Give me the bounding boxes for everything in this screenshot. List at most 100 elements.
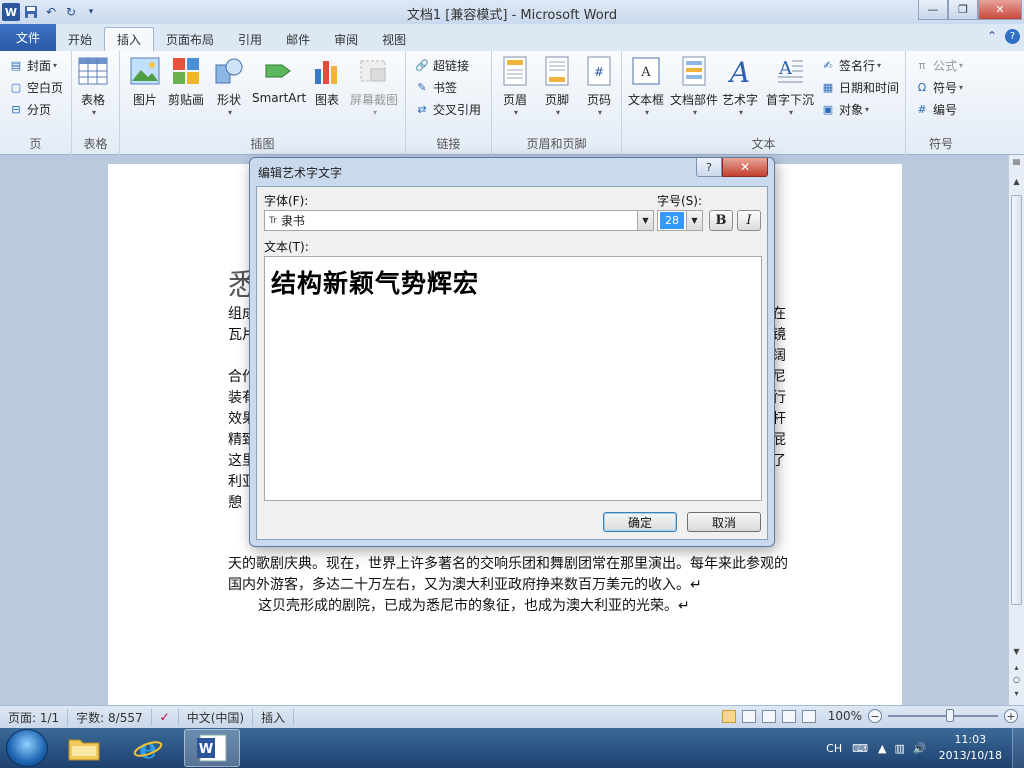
- undo-icon[interactable]: ↶: [42, 3, 60, 21]
- word-count[interactable]: 字数: 8/557: [68, 708, 152, 726]
- print-layout-view-icon[interactable]: [721, 709, 736, 723]
- date-time-button[interactable]: ▦ 日期和时间: [820, 77, 899, 97]
- scroll-thumb[interactable]: [1011, 195, 1022, 605]
- keyboard-icon[interactable]: ⌨: [852, 742, 868, 755]
- word-logo-icon[interactable]: W: [2, 3, 20, 21]
- ruler-toggle-icon[interactable]: ▤: [1009, 157, 1024, 166]
- font-dropdown[interactable]: Tr 隶书 ▼: [264, 210, 654, 231]
- page-count[interactable]: 页面: 1/1: [0, 708, 69, 726]
- table-button[interactable]: 表格 ▾: [78, 55, 108, 117]
- tab-references[interactable]: 引用: [226, 27, 274, 51]
- font-dropdown-arrow-icon[interactable]: ▼: [637, 211, 653, 230]
- clipart-button[interactable]: 剪贴画: [168, 55, 204, 108]
- group-label-text: 文本: [751, 137, 776, 151]
- show-desktop-button[interactable]: [1012, 728, 1024, 768]
- signature-line-button[interactable]: ✍ 签名行 ▾: [820, 55, 881, 75]
- draft-view-icon[interactable]: [801, 709, 816, 723]
- internet-explorer-icon: e: [133, 732, 163, 764]
- close-button[interactable]: ✕: [978, 0, 1022, 20]
- tab-home[interactable]: 开始: [56, 27, 104, 51]
- object-button[interactable]: ▣ 对象 ▾: [820, 99, 869, 119]
- minimize-button[interactable]: —: [918, 0, 948, 20]
- word-taskbar-button[interactable]: W: [184, 729, 240, 767]
- tab-review[interactable]: 审阅: [322, 27, 370, 51]
- bookmark-button[interactable]: ✎ 书签: [414, 77, 457, 97]
- hyperlink-button[interactable]: 🔗 超链接: [414, 55, 469, 75]
- page-number-icon: #: [584, 55, 614, 87]
- symbol-button[interactable]: Ω 符号 ▾: [914, 77, 963, 97]
- bookmark-icon: ✎: [417, 80, 427, 94]
- full-screen-reading-view-icon[interactable]: [741, 709, 756, 723]
- tab-file[interactable]: 文件: [0, 24, 56, 51]
- browse-object-icon[interactable]: ○: [1009, 675, 1024, 684]
- number-button[interactable]: # 编号: [914, 99, 957, 119]
- vertical-scrollbar[interactable]: ▤ ▲ ▼ ▴ ○ ▾: [1008, 155, 1024, 705]
- explorer-taskbar-button[interactable]: [56, 729, 112, 767]
- footer-button[interactable]: 页脚 ▾: [542, 55, 572, 117]
- tab-page-layout[interactable]: 页面布局: [154, 27, 226, 51]
- prev-page-icon[interactable]: ▴: [1009, 663, 1024, 672]
- calendar-icon: ▦: [822, 80, 834, 94]
- clock[interactable]: 11:03 2013/10/18: [939, 732, 1002, 764]
- zoom-level[interactable]: 100%: [828, 709, 862, 723]
- customize-qat-icon[interactable]: ▾: [82, 3, 100, 21]
- blank-page-button[interactable]: ▢ 空白页: [8, 77, 63, 97]
- zoom-slider-knob[interactable]: [946, 709, 954, 722]
- dialog-close-button[interactable]: ✕: [722, 158, 768, 177]
- save-icon[interactable]: [22, 3, 40, 21]
- shapes-button[interactable]: 形状 ▾: [214, 55, 244, 117]
- ok-button[interactable]: 确定: [603, 512, 677, 532]
- size-dropdown[interactable]: 28 ▼: [657, 210, 703, 231]
- page-number-button[interactable]: # 页码 ▾: [584, 55, 614, 117]
- cover-page-button[interactable]: ▤ 封面 ▾: [8, 55, 57, 75]
- zoom-out-button[interactable]: −: [868, 709, 882, 723]
- input-language[interactable]: CH: [826, 742, 842, 755]
- picture-button[interactable]: 图片: [130, 55, 160, 108]
- redo-icon[interactable]: ↻: [62, 3, 80, 21]
- zoom-slider[interactable]: [888, 709, 998, 722]
- wordart-icon: A: [725, 55, 755, 87]
- dialog-help-button[interactable]: ?: [696, 158, 722, 177]
- size-dropdown-arrow-icon[interactable]: ▼: [686, 211, 702, 230]
- cancel-button[interactable]: 取消: [687, 512, 761, 532]
- maximize-button[interactable]: ❐: [948, 0, 978, 20]
- proofing-icon[interactable]: ✓: [152, 708, 179, 726]
- tab-view[interactable]: 视图: [370, 27, 418, 51]
- equation-button[interactable]: π 公式 ▾: [914, 55, 963, 75]
- quick-parts-button[interactable]: 文档部件 ▾: [670, 55, 718, 117]
- tray-expand-icon[interactable]: ▲: [878, 742, 886, 755]
- bold-button[interactable]: B: [709, 210, 733, 231]
- tab-mailings[interactable]: 邮件: [274, 27, 322, 51]
- web-layout-view-icon[interactable]: [761, 709, 776, 723]
- smartart-button[interactable]: SmartArt: [252, 55, 306, 105]
- header-button[interactable]: 页眉 ▾: [500, 55, 530, 117]
- scroll-down-icon[interactable]: ▼: [1009, 647, 1024, 656]
- help-icon[interactable]: ?: [1005, 29, 1020, 44]
- insert-mode-indicator[interactable]: 插入: [253, 708, 295, 726]
- network-icon[interactable]: ▥: [894, 742, 904, 755]
- group-label-links: 链接: [436, 137, 461, 151]
- next-page-icon[interactable]: ▾: [1009, 689, 1024, 698]
- tab-insert[interactable]: 插入: [104, 27, 155, 51]
- outline-view-icon[interactable]: [781, 709, 796, 723]
- ie-taskbar-button[interactable]: e: [120, 729, 176, 767]
- start-button[interactable]: [6, 729, 48, 767]
- scroll-up-icon[interactable]: ▲: [1009, 177, 1024, 186]
- chart-button[interactable]: 图表: [312, 55, 342, 108]
- drop-cap-button[interactable]: A 首字下沉 ▾: [766, 55, 814, 117]
- minimize-ribbon-icon[interactable]: ⌃: [987, 29, 997, 44]
- textbox-button[interactable]: A 文本框 ▾: [628, 55, 664, 117]
- italic-button[interactable]: I: [737, 210, 761, 231]
- wordart-button[interactable]: A 艺术字 ▾: [722, 55, 758, 117]
- page-break-icon: ⊟: [11, 102, 21, 116]
- size-label: 字号(S):: [657, 194, 703, 208]
- language-indicator[interactable]: 中文(中国): [179, 708, 254, 726]
- screenshot-icon: [359, 55, 389, 87]
- volume-icon[interactable]: 🔊: [913, 742, 927, 755]
- size-dropdown-value: 28: [660, 212, 684, 229]
- screenshot-button[interactable]: 屏幕截图 ▾: [350, 55, 398, 117]
- wordart-text-input[interactable]: 结构新颖气势辉宏: [264, 256, 762, 501]
- cross-reference-button[interactable]: ⇄ 交叉引用: [414, 99, 481, 119]
- zoom-in-button[interactable]: +: [1004, 709, 1018, 723]
- page-break-button[interactable]: ⊟ 分页: [8, 99, 51, 119]
